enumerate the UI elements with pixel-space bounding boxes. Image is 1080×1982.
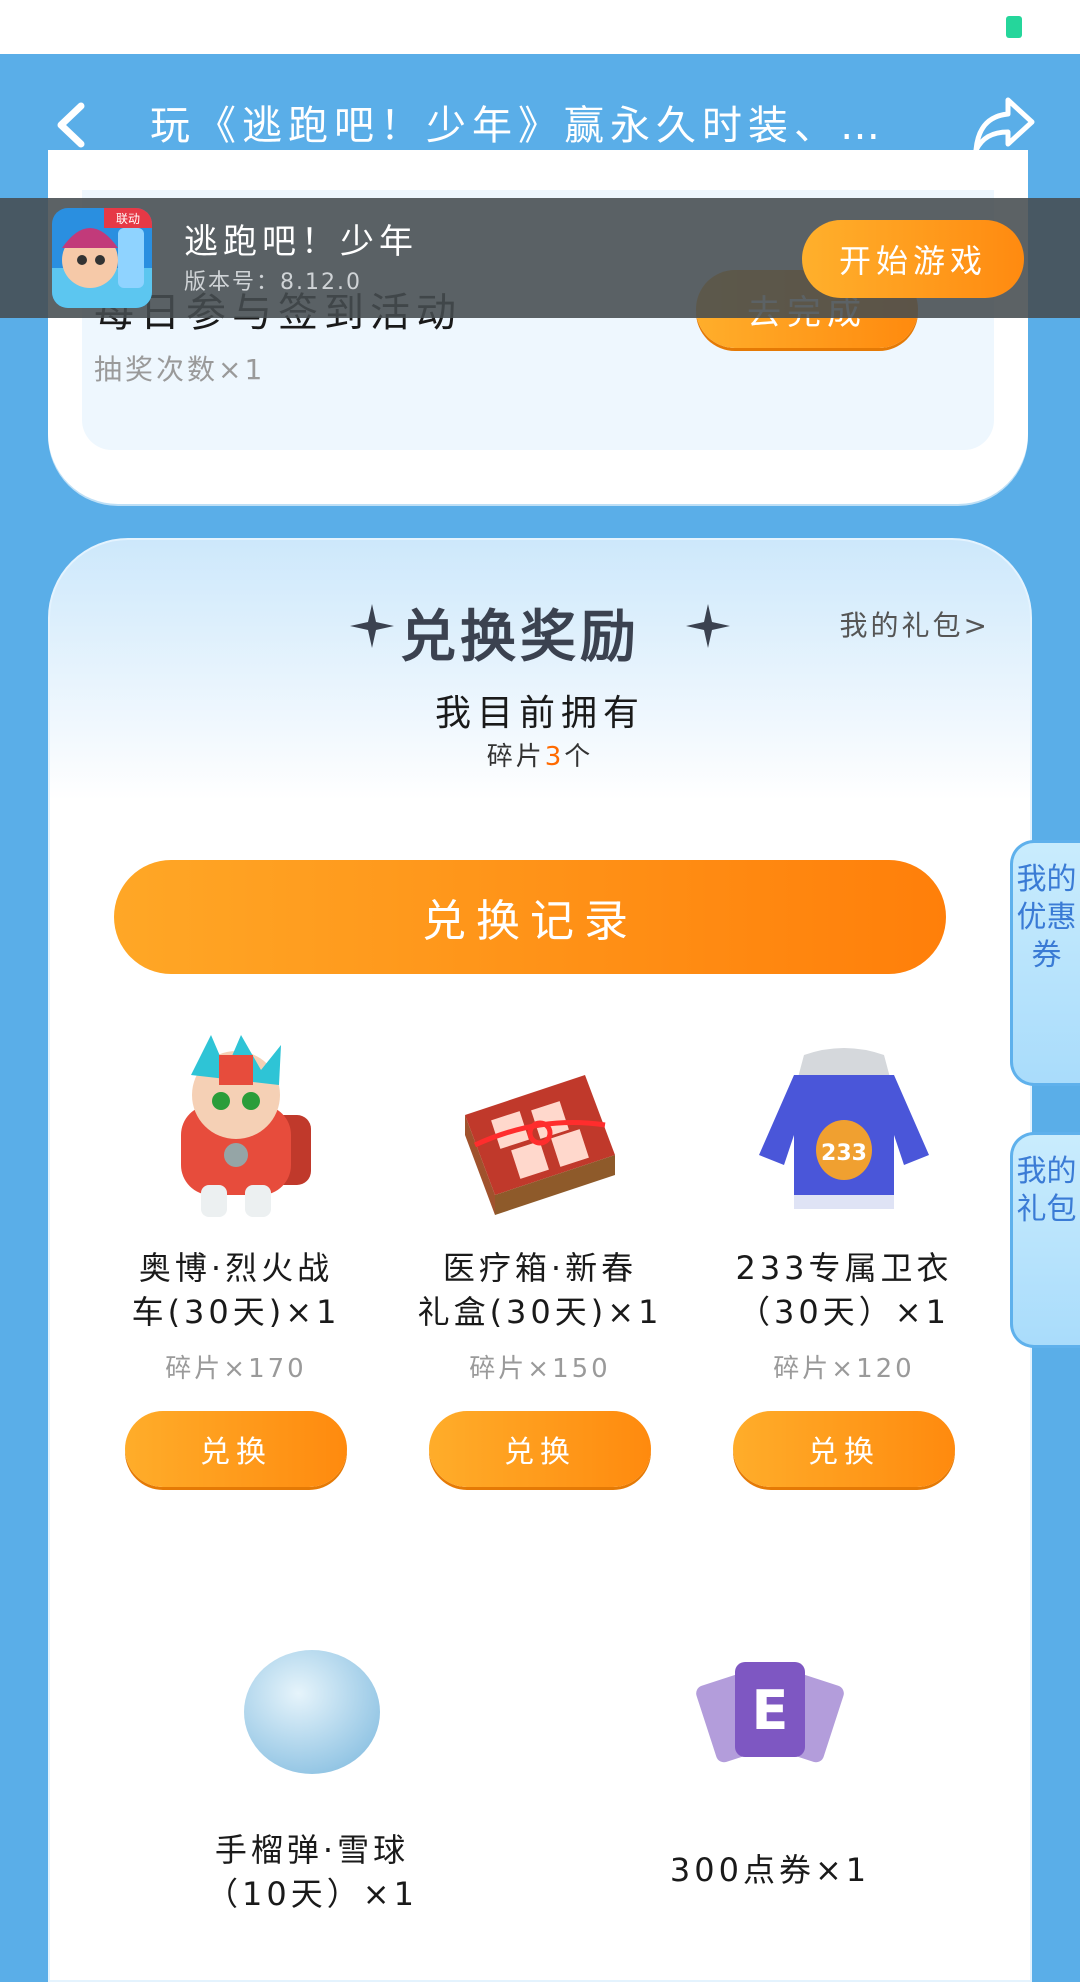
my-gifts-tab[interactable]: 我的礼包 bbox=[1010, 1132, 1080, 1348]
svg-text:E: E bbox=[752, 1679, 789, 1742]
owned-suffix: 个 bbox=[564, 742, 594, 772]
owned-prefix: 碎片 bbox=[486, 742, 545, 772]
page-title: 玩《逃跑吧！少年》赢永久时装、道... bbox=[150, 103, 890, 149]
reward-item: 医疗箱·新春 礼盒(30天)×1 碎片×150 兑换 bbox=[410, 1040, 670, 1487]
owned-count: 3 bbox=[544, 742, 565, 772]
task-reward-text: 抽奖次数×1 bbox=[94, 353, 266, 386]
item-name: 医疗箱·新春 礼盒(30天)×1 bbox=[417, 1249, 663, 1331]
snowball-icon bbox=[222, 1622, 402, 1802]
svg-text:233: 233 bbox=[821, 1141, 867, 1166]
gift-box-icon bbox=[450, 1040, 630, 1220]
my-coupons-tab[interactable]: 我的优惠券 bbox=[1010, 840, 1080, 1086]
share-arrow-icon bbox=[973, 97, 1035, 153]
robot-car-icon bbox=[146, 1035, 326, 1220]
owned-fragments: 碎片3个 bbox=[50, 736, 1030, 773]
start-game-button[interactable]: 开始游戏 bbox=[802, 220, 1024, 298]
item-cost: 碎片×120 bbox=[773, 1354, 915, 1384]
game-info-bar: 联动 逃跑吧！少年 版本号：8.12.0 开始游戏 bbox=[0, 198, 1080, 318]
item-name: 233专属卫衣 （30天）×1 bbox=[735, 1249, 953, 1331]
game-app-icon[interactable]: 联动 bbox=[52, 208, 152, 308]
exchange-button[interactable]: 兑换 bbox=[125, 1411, 347, 1487]
item-name: 奥博·烈火战 车(30天)×1 bbox=[131, 1249, 341, 1331]
item-name: 手榴弹·雪球 （10天）×1 bbox=[206, 1831, 418, 1913]
item-cost: 碎片×170 bbox=[165, 1354, 307, 1384]
status-bar bbox=[0, 0, 1080, 54]
hoodie-icon: 233 bbox=[754, 1040, 934, 1220]
exchange-button[interactable]: 兑换 bbox=[429, 1411, 651, 1487]
item-cost: 碎片×150 bbox=[469, 1354, 611, 1384]
item-name: 300点券×1 bbox=[669, 1851, 871, 1889]
reward-item: E 300点券×1 bbox=[640, 1622, 900, 1892]
status-indicator-icon bbox=[1006, 16, 1022, 38]
reward-exchange-card: 兑换奖励 我的礼包> 我目前拥有 碎片3个 兑换记录 奥博·烈火战 车(30天)×… bbox=[48, 538, 1032, 1982]
reward-item: 233 233专属卫衣 （30天）×1 碎片×120 兑换 bbox=[714, 1040, 974, 1487]
coupon-cards-icon: E bbox=[680, 1622, 860, 1802]
reward-item: 手榴弹·雪球 （10天）×1 bbox=[182, 1622, 442, 1916]
owned-title: 我目前拥有 bbox=[434, 693, 645, 734]
my-gift-link[interactable]: 我的礼包> bbox=[840, 604, 990, 644]
sparkle-left-icon bbox=[350, 604, 394, 648]
reward-item: 奥博·烈火战 车(30天)×1 碎片×170 兑换 bbox=[106, 1035, 366, 1487]
reward-section-title: 兑换奖励 bbox=[400, 605, 640, 670]
sparkle-right-icon bbox=[686, 604, 730, 648]
game-version: 版本号：8.12.0 bbox=[184, 270, 362, 295]
exchange-record-button[interactable]: 兑换记录 bbox=[114, 860, 946, 974]
chevron-left-icon bbox=[57, 102, 85, 148]
exchange-button[interactable]: 兑换 bbox=[733, 1411, 955, 1487]
game-icon-badge: 联动 bbox=[116, 212, 140, 226]
game-name: 逃跑吧！少年 bbox=[184, 222, 418, 262]
